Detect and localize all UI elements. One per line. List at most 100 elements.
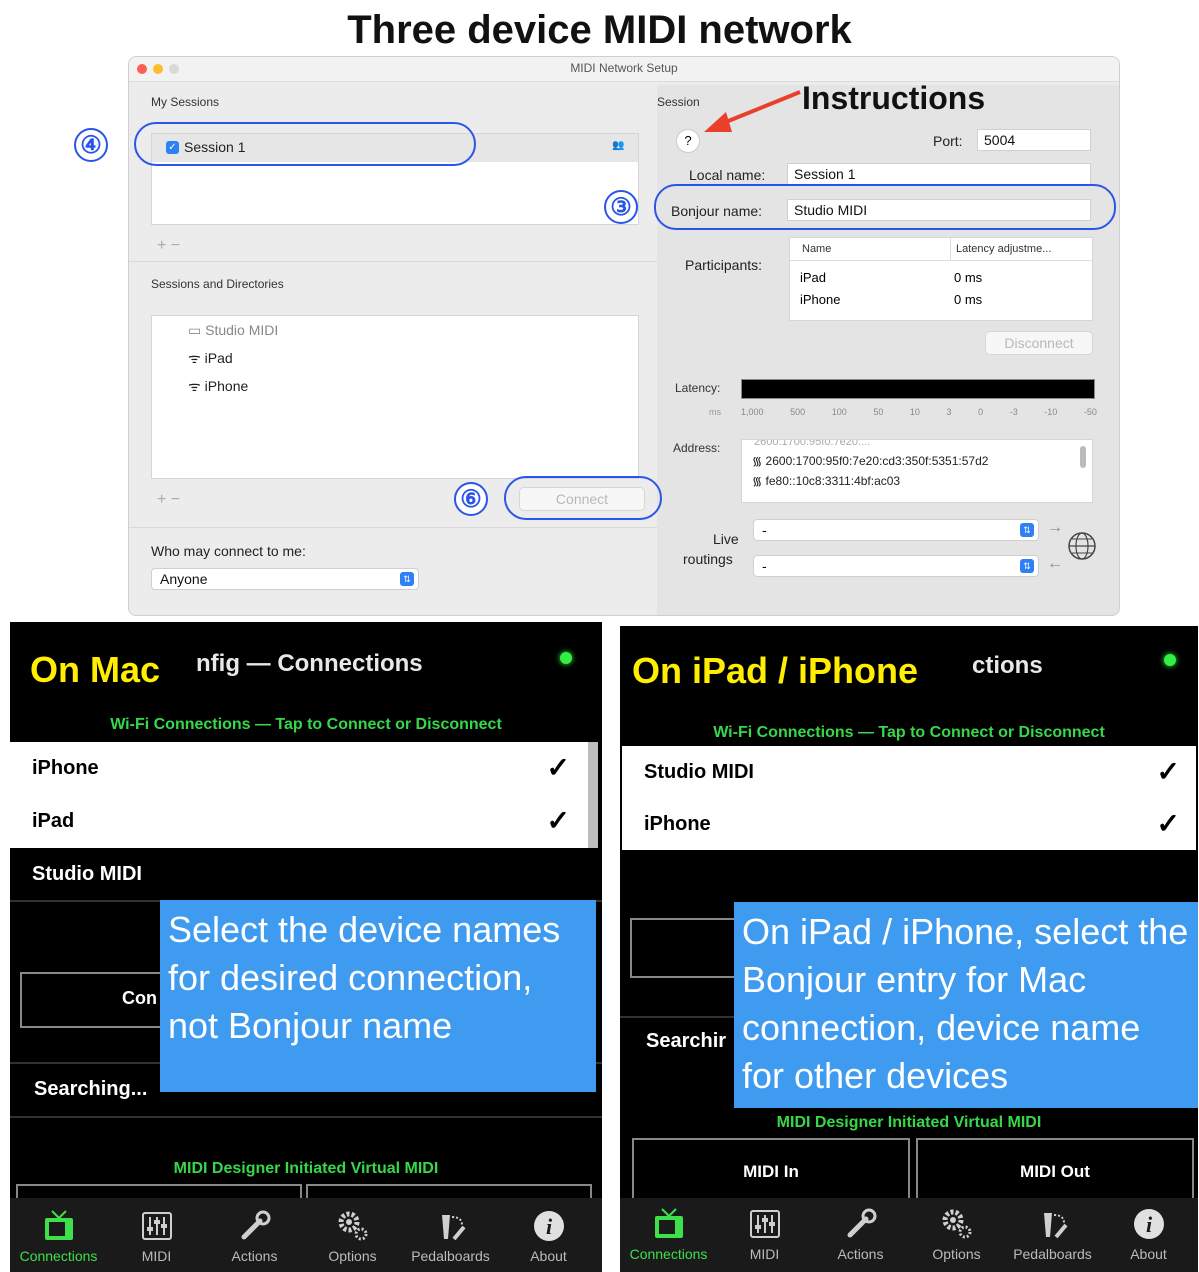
step-3-marker: ③	[604, 190, 638, 224]
local-name-field[interactable]: Session 1	[787, 163, 1091, 185]
svg-text:i: i	[545, 1214, 552, 1239]
who-may-connect-select[interactable]: Anyone ⇅	[151, 568, 419, 590]
gears-icon	[304, 1204, 401, 1248]
step-4-marker: ④	[74, 128, 108, 162]
address-label: Address:	[673, 441, 721, 455]
tv-icon	[10, 1204, 107, 1248]
tab-label: About	[1130, 1246, 1167, 1262]
name-column-header[interactable]: Name	[802, 243, 831, 255]
status-indicator	[560, 652, 572, 664]
svg-text:i: i	[1145, 1212, 1152, 1237]
people-icon: 👥	[612, 140, 625, 151]
scrollbar[interactable]	[1080, 446, 1086, 468]
wifi-icon: ᯾	[752, 474, 766, 488]
tab-actions[interactable]: Actions	[206, 1204, 303, 1264]
tab-options[interactable]: Options	[304, 1204, 401, 1264]
midi-out-button[interactable]: MIDI Out	[916, 1138, 1194, 1206]
info-icon: i	[500, 1204, 597, 1248]
tab-about[interactable]: i About	[500, 1204, 597, 1264]
directory-item-iphone[interactable]: ᯤ iPhone	[188, 377, 248, 396]
divider	[129, 527, 657, 528]
divider	[950, 238, 951, 260]
wrench-icon	[812, 1202, 909, 1246]
tab-label: Actions	[231, 1248, 278, 1264]
tab-connections[interactable]: Connections	[10, 1204, 107, 1264]
routing-out-select[interactable]: - ⇅	[753, 519, 1039, 541]
tab-bar: Connections MIDI Actions Options Pedalbo…	[620, 1198, 1198, 1272]
highlight-session-oval	[134, 122, 476, 166]
searching-label: Searching...	[34, 1078, 148, 1100]
sessions-directories-label: Sessions and Directories	[151, 277, 284, 291]
tab-label: Options	[932, 1246, 981, 1262]
connection-row-studio-midi[interactable]: Studio MIDI	[10, 848, 602, 900]
tab-connections[interactable]: Connections	[620, 1202, 717, 1262]
latency-meter	[741, 379, 1095, 399]
tab-actions[interactable]: Actions	[812, 1202, 909, 1262]
globe-icon	[1067, 531, 1097, 561]
directory-item-ipad[interactable]: ᯤ iPad	[188, 349, 233, 368]
directory-list[interactable]: ▭ Studio MIDI ᯤ iPad ᯤ iPhone	[151, 315, 639, 479]
step-6-marker: ⑥	[454, 482, 488, 516]
chevron-updown-icon: ⇅	[1020, 523, 1034, 537]
connection-row-iphone[interactable]: iPhone ✓	[10, 742, 588, 794]
wrench-icon	[206, 1204, 303, 1248]
latency-tick: 500	[790, 407, 806, 417]
address-list[interactable]: 2600:1700:95f0:7e20:... ᯾ 2600:1700:95f0…	[741, 439, 1093, 503]
tab-about[interactable]: i About	[1100, 1202, 1197, 1262]
sessions-add-remove[interactable]: + −	[157, 237, 180, 255]
address-item: 2600:1700:95f0:7e20:...	[754, 439, 871, 448]
connection-row-iphone[interactable]: iPhone ✓	[622, 798, 1196, 850]
tab-pedalboards[interactable]: Pedalboards	[1004, 1202, 1101, 1262]
scrollbar[interactable]	[588, 742, 598, 848]
directory-item-studio-midi[interactable]: ▭ Studio MIDI	[188, 322, 278, 339]
sliders-icon	[108, 1204, 205, 1248]
partial-button[interactable]: Con	[20, 972, 180, 1028]
tab-options[interactable]: Options	[908, 1202, 1005, 1262]
connection-row-ipad[interactable]: iPad ✓	[10, 794, 588, 848]
window-title: MIDI Network Setup	[570, 61, 678, 75]
checkmark-icon: ✓	[1156, 756, 1180, 787]
tab-label: Connections	[19, 1248, 98, 1264]
wifi-icon: ᯾	[752, 454, 766, 468]
tab-label: Pedalboards	[1013, 1246, 1092, 1262]
midi-in-button[interactable]: MIDI In	[632, 1138, 910, 1206]
tab-label: Pedalboards	[411, 1248, 490, 1264]
latency-label: Latency:	[675, 381, 721, 395]
participants-label: Participants:	[685, 257, 763, 273]
midi-out-button[interactable]	[306, 1184, 592, 1198]
routings-label: routings	[683, 551, 733, 567]
pedal-icon	[402, 1204, 499, 1248]
partial-button[interactable]	[630, 918, 740, 978]
directories-add-remove[interactable]: + −	[157, 491, 180, 509]
tab-label: MIDI	[749, 1246, 780, 1262]
port-label: Port:	[933, 133, 963, 149]
tab-midi[interactable]: MIDI	[716, 1202, 813, 1262]
checkmark-icon: ✓	[546, 752, 570, 783]
who-may-connect-label: Who may connect to me:	[151, 543, 306, 559]
tab-pedalboards[interactable]: Pedalboards	[402, 1204, 499, 1264]
latency-tick: 50	[873, 407, 884, 417]
latency-column-header[interactable]: Latency adjustme...	[956, 243, 1051, 255]
divider	[129, 261, 657, 262]
live-label: Live	[713, 531, 739, 547]
window-titlebar: MIDI Network Setup	[129, 57, 1119, 82]
participants-table[interactable]: Name Latency adjustme... iPad 0 ms iPhon…	[789, 237, 1093, 321]
page-title: Three device MIDI network	[347, 8, 852, 52]
tv-icon	[620, 1202, 717, 1246]
gears-icon	[908, 1202, 1005, 1246]
disconnect-button[interactable]: Disconnect	[985, 331, 1093, 355]
latency-tick: -3	[1009, 407, 1018, 417]
tab-label: Options	[328, 1248, 377, 1264]
virtual-midi-section-header: MIDI Designer Initiated Virtual MIDI	[173, 1160, 439, 1177]
connection-row-studio-midi[interactable]: Studio MIDI ✓	[622, 746, 1196, 798]
latency-tick: 10	[909, 407, 920, 417]
routing-in-select[interactable]: - ⇅	[753, 555, 1039, 577]
tab-label: Connections	[629, 1246, 708, 1262]
midi-in-button[interactable]	[16, 1184, 302, 1198]
participant-latency: 0 ms	[954, 292, 983, 307]
help-button[interactable]: ?	[676, 129, 700, 153]
tab-midi[interactable]: MIDI	[108, 1204, 205, 1264]
latency-unit: ms	[709, 407, 721, 417]
ios-instruction-callout: On iPad / iPhone, select the Bonjour ent…	[734, 902, 1198, 1108]
port-field[interactable]: 5004	[977, 129, 1091, 151]
